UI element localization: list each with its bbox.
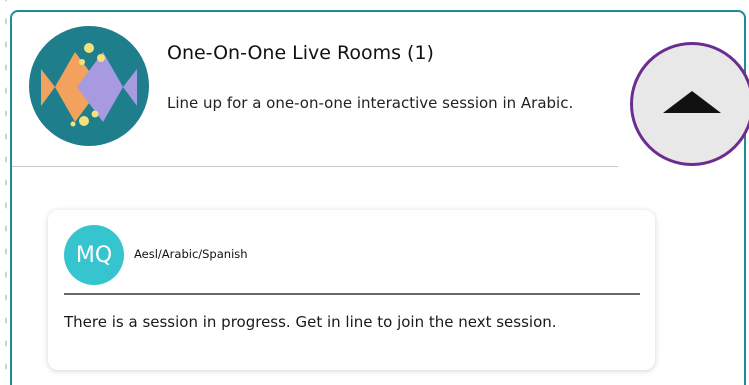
avatar: MQ: [64, 225, 124, 285]
triangle-up-icon: [663, 91, 721, 113]
background-dot-pattern: [0, 0, 8, 377]
room-description: Line up for a one-on-one interactive ses…: [167, 94, 574, 112]
card-divider: [64, 293, 640, 295]
live-rooms-panel: One-On-One Live Rooms (1) Line up for a …: [10, 10, 749, 385]
room-title: One-On-One Live Rooms (1): [167, 42, 434, 64]
tutor-languages: Aesl/Arabic/Spanish: [134, 247, 248, 261]
session-status-text: There is a session in progress. Get in l…: [64, 313, 557, 331]
session-card: MQ Aesl/Arabic/Spanish There is a sessio…: [48, 210, 655, 370]
room-header: One-On-One Live Rooms (1) Line up for a …: [12, 12, 618, 167]
fish-logo-icon: [29, 26, 149, 146]
collapse-button[interactable]: [630, 42, 749, 166]
